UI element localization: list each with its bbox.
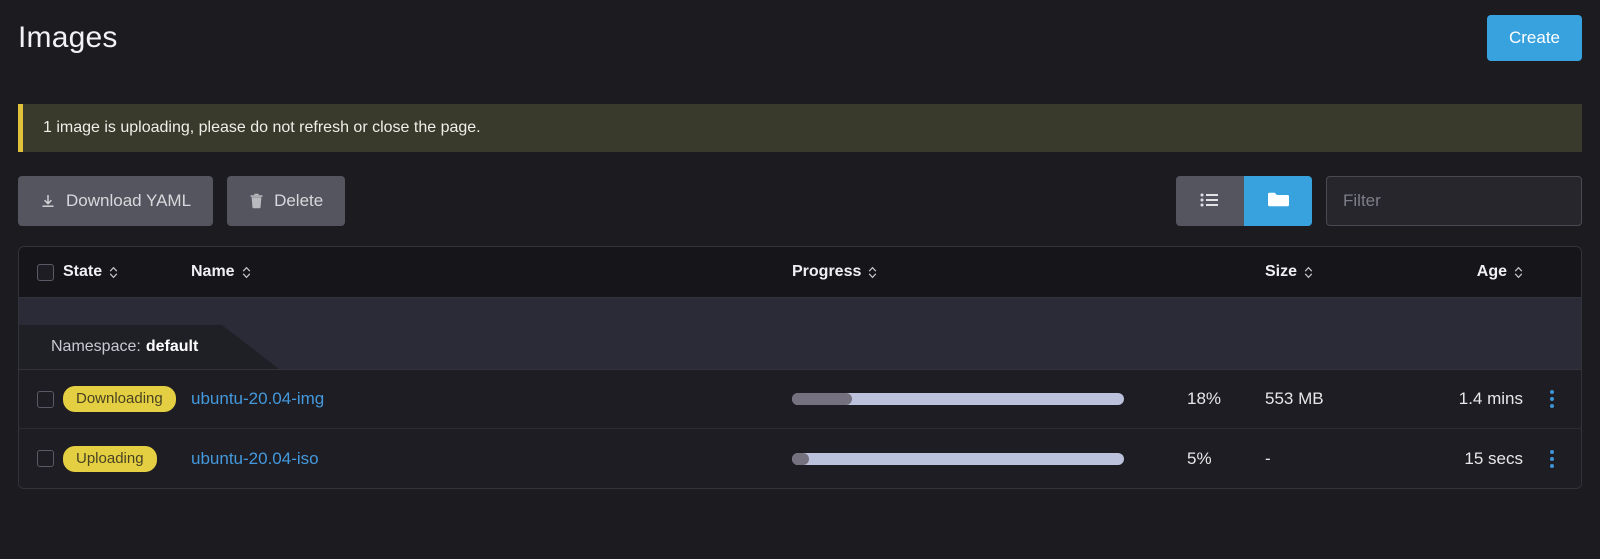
progress-bar	[792, 452, 1124, 465]
select-all-cell	[19, 263, 63, 281]
size-value: -	[1265, 448, 1271, 468]
sort-icon[interactable]	[242, 266, 251, 279]
upload-warning-banner: 1 image is uploading, please do not refr…	[18, 104, 1582, 152]
image-name-link[interactable]: ubuntu-20.04-iso	[191, 449, 319, 468]
row-select-cell	[19, 390, 63, 408]
row-progress-cell	[792, 452, 1187, 465]
namespace-group-label: Namespace:	[51, 338, 141, 355]
row-state-cell: Uploading	[63, 445, 191, 472]
row-actions-menu-icon[interactable]	[1550, 390, 1554, 408]
filter-input[interactable]	[1326, 176, 1582, 226]
table-toolbar: Download YAML Delete	[18, 176, 1582, 226]
column-header-progress[interactable]: Progress	[792, 263, 1187, 281]
row-progress-cell	[792, 393, 1187, 405]
column-header-size-label: Size	[1265, 263, 1298, 280]
progress-bar-fill	[792, 452, 809, 465]
select-all-checkbox[interactable]	[37, 263, 54, 281]
download-yaml-label: Download YAML	[66, 191, 192, 210]
page-title: Images	[18, 21, 118, 54]
column-header-size[interactable]: Size	[1265, 263, 1395, 281]
view-mode-toggle	[1176, 176, 1312, 226]
page-header: Images Create	[0, 0, 1600, 62]
table-header-row: State Name Progress Size Age	[19, 247, 1581, 298]
download-icon	[40, 193, 56, 209]
namespace-group-value: default	[145, 338, 199, 355]
column-header-name-label: Name	[191, 263, 235, 280]
download-yaml-button[interactable]: Download YAML	[18, 176, 214, 226]
column-header-age[interactable]: Age	[1395, 263, 1523, 281]
status-badge: Uploading	[63, 445, 157, 472]
row-checkbox[interactable]	[37, 450, 54, 467]
row-checkbox[interactable]	[37, 390, 54, 408]
age-value: 1.4 mins	[1458, 389, 1523, 408]
row-size-cell: -	[1265, 449, 1395, 469]
row-select-cell	[19, 450, 63, 467]
row-age-cell: 15 secs	[1395, 449, 1523, 469]
row-actions-cell	[1523, 449, 1581, 468]
column-header-state-label: State	[63, 263, 103, 280]
delete-button[interactable]: Delete	[227, 176, 346, 226]
view-grouped-button[interactable]	[1244, 176, 1312, 226]
sort-icon[interactable]	[1304, 266, 1313, 279]
progress-percent-label: 5%	[1187, 448, 1212, 468]
table-row[interactable]: Uploading ubuntu-20.04-iso 5% - 15 secs	[19, 429, 1581, 488]
delete-label: Delete	[274, 191, 324, 210]
row-actions-cell	[1523, 390, 1581, 408]
column-header-age-label: Age	[1476, 263, 1507, 280]
status-badge: Downloading	[63, 386, 176, 412]
progress-bar-fill	[792, 393, 852, 405]
column-header-name[interactable]: Name	[191, 263, 792, 281]
row-age-cell: 1.4 mins	[1395, 389, 1523, 409]
banner-message: 1 image is uploading, please do not refr…	[43, 119, 481, 136]
progress-bar	[792, 393, 1124, 405]
view-flat-list-button[interactable]	[1176, 176, 1244, 226]
row-progress-value-cell: 5%	[1187, 449, 1265, 469]
column-header-progress-label: Progress	[792, 263, 862, 280]
column-header-state[interactable]: State	[63, 263, 191, 281]
images-page: Images Create 1 image is uploading, plea…	[0, 0, 1600, 559]
row-size-cell: 553 MB	[1265, 389, 1395, 409]
size-value: 553 MB	[1265, 389, 1324, 408]
toolbar-view-controls	[1176, 176, 1582, 226]
folder-icon	[1267, 191, 1289, 211]
row-name-cell: ubuntu-20.04-iso	[191, 449, 792, 469]
trash-icon	[249, 193, 264, 209]
age-value: 15 secs	[1464, 448, 1523, 468]
create-button[interactable]: Create	[1486, 15, 1582, 61]
row-state-cell: Downloading	[63, 386, 191, 412]
list-icon	[1200, 192, 1220, 211]
sort-icon[interactable]	[109, 266, 118, 279]
row-name-cell: ubuntu-20.04-img	[191, 389, 792, 409]
image-name-link[interactable]: ubuntu-20.04-img	[191, 389, 324, 408]
images-table: State Name Progress Size Age Namespace: …	[18, 246, 1582, 489]
namespace-group-tab: Namespace: default	[19, 325, 279, 369]
progress-percent-label: 18%	[1187, 389, 1222, 408]
toolbar-actions: Download YAML Delete	[18, 176, 346, 226]
row-actions-menu-icon[interactable]	[1550, 449, 1554, 468]
sort-icon[interactable]	[868, 266, 877, 279]
namespace-group-row: Namespace: default	[19, 298, 1581, 370]
sort-icon[interactable]	[1514, 266, 1523, 279]
row-progress-value-cell: 18%	[1187, 389, 1265, 409]
table-row[interactable]: Downloading ubuntu-20.04-img 18% 553 MB …	[19, 370, 1581, 429]
